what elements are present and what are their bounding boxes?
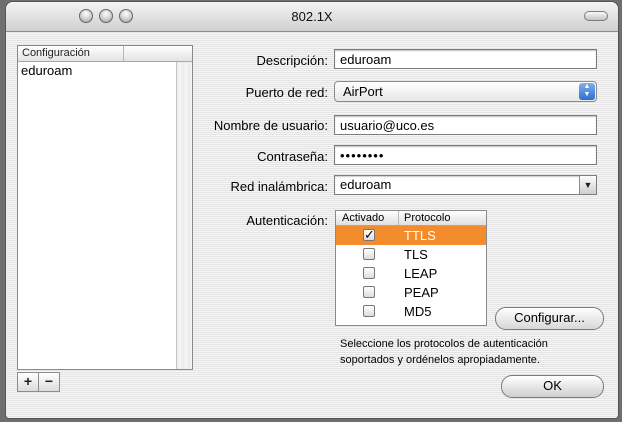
username-label: Nombre de usuario: [213, 118, 328, 133]
protocol-name: TLS [404, 247, 428, 262]
title-bar: 802.1X [6, 2, 618, 32]
table-row[interactable]: PEAP [336, 283, 486, 302]
table-row[interactable]: MD5 [336, 302, 486, 321]
enabled-checkbox[interactable] [363, 267, 375, 279]
remove-configuration-button[interactable]: − [38, 372, 60, 392]
configure-button[interactable]: Configurar... [495, 307, 604, 330]
network-port-value: AirPort [343, 84, 383, 99]
password-label: Contraseña: [257, 149, 328, 164]
authentication-table-header: Activado Protocolo [336, 211, 486, 226]
protocol-name: MD5 [404, 304, 432, 319]
password-field[interactable]: •••••••• [334, 145, 597, 165]
authentication-table: Activado Protocolo ✓ TTLS TLS LEAP PEAP … [335, 210, 487, 326]
authentication-label: Autenticación: [246, 213, 328, 228]
chevron-down-icon[interactable]: ▼ [579, 176, 596, 194]
enabled-checkbox[interactable] [363, 305, 375, 317]
protocol-name: TTLS [404, 228, 436, 243]
table-row[interactable]: LEAP [336, 264, 486, 283]
enabled-checkbox[interactable] [363, 286, 375, 298]
table-row[interactable]: ✓ TTLS [336, 226, 486, 245]
add-configuration-button[interactable]: + [17, 372, 39, 392]
enabled-checkbox[interactable] [363, 248, 375, 260]
protocol-name: PEAP [404, 285, 439, 300]
popup-arrows-icon: ▲ ▼ [579, 83, 595, 100]
table-row[interactable]: TLS [336, 245, 486, 264]
wireless-network-label: Red inalámbrica: [230, 179, 328, 194]
toolbar-toggle-button[interactable] [584, 11, 608, 21]
description-field[interactable]: eduroam [334, 49, 597, 69]
protocol-column-header[interactable]: Protocolo [404, 211, 450, 225]
wireless-network-combo[interactable]: eduroam ▼ [334, 175, 597, 195]
protocol-name: LEAP [404, 266, 438, 281]
window-title: 802.1X [291, 9, 333, 24]
configuration-column-label: Configuración [22, 47, 90, 59]
description-label: Descripción: [256, 53, 328, 68]
ok-button[interactable]: OK [501, 375, 604, 398]
network-port-label: Puerto de red: [245, 85, 328, 100]
wireless-network-value: eduroam [340, 177, 392, 192]
enabled-checkbox[interactable]: ✓ [363, 228, 375, 241]
authentication-hint: Seleccione los protocolos de autenticaci… [340, 338, 548, 366]
network-port-popup[interactable]: AirPort ▲ ▼ [334, 81, 597, 102]
column-divider [398, 211, 399, 225]
enabled-column-header[interactable]: Activado [342, 211, 384, 225]
username-field[interactable]: usuario@uco.es [334, 115, 597, 135]
